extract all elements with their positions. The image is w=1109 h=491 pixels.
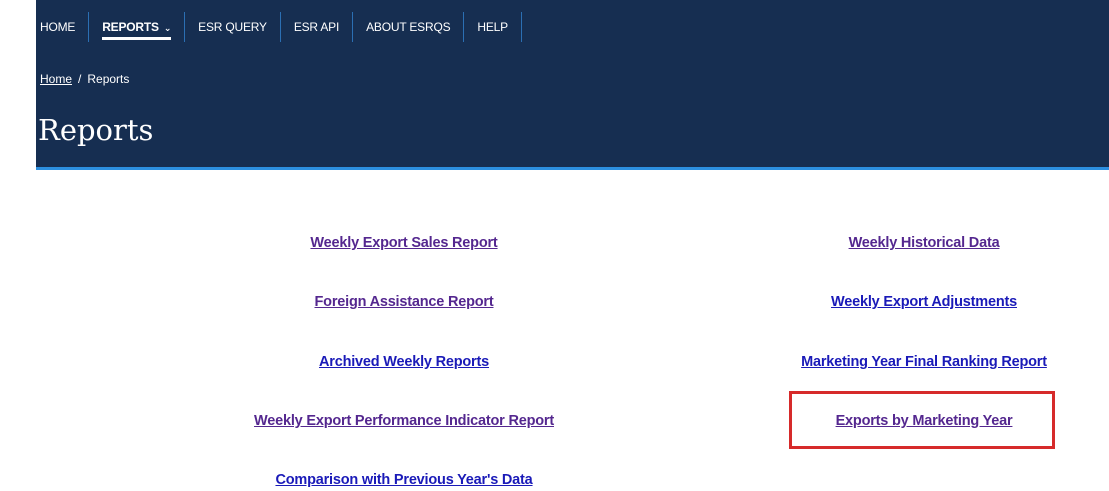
report-link-weekly-historical[interactable]: Weekly Historical Data: [849, 235, 1000, 251]
chevron-down-icon: ⌄: [163, 23, 172, 33]
nav-esr-api-label: ESR API: [293, 20, 340, 34]
highlight-box: [789, 391, 1055, 449]
breadcrumb-home-link[interactable]: Home: [40, 72, 72, 86]
nav-help-label: HELP: [477, 20, 508, 34]
report-link-marketing-year-final-ranking[interactable]: Marketing Year Final Ranking Report: [801, 354, 1047, 370]
nav-reports-label: REPORTS ⌄: [102, 20, 171, 40]
nav-reports-text: REPORTS: [102, 20, 159, 34]
report-link-weekly-export-adjustments[interactable]: Weekly Export Adjustments: [831, 294, 1017, 310]
nav-esr-query[interactable]: ESR QUERY: [185, 12, 281, 42]
nav-home-label: HOME: [40, 20, 76, 34]
nav-reports[interactable]: REPORTS ⌄: [89, 12, 186, 42]
report-link-weekly-export-sales[interactable]: Weekly Export Sales Report: [310, 235, 497, 251]
nav-about-esrqs-label: ABOUT ESRQS: [366, 20, 451, 34]
breadcrumb: Home / Reports: [40, 72, 129, 86]
breadcrumb-current: Reports: [87, 72, 130, 86]
report-link-archived-weekly[interactable]: Archived Weekly Reports: [319, 354, 489, 370]
report-link-weekly-export-performance[interactable]: Weekly Export Performance Indicator Repo…: [254, 413, 554, 429]
nav-home[interactable]: HOME: [36, 12, 90, 42]
report-link-foreign-assistance[interactable]: Foreign Assistance Report: [315, 294, 494, 310]
page-title: Reports: [38, 113, 154, 147]
nav-help[interactable]: HELP: [464, 12, 522, 42]
nav-about-esrqs[interactable]: ABOUT ESRQS: [353, 12, 465, 42]
nav-esr-api[interactable]: ESR API: [281, 12, 354, 42]
top-navigation: HOME REPORTS ⌄ ESR QUERY ESR API ABOUT ES…: [36, 12, 522, 42]
site-header: HOME REPORTS ⌄ ESR QUERY ESR API ABOUT ES…: [36, 0, 1109, 170]
report-link-comparison-previous-year[interactable]: Comparison with Previous Year's Data: [275, 472, 532, 488]
breadcrumb-separator: /: [78, 72, 82, 86]
nav-esr-query-label: ESR QUERY: [198, 20, 267, 34]
